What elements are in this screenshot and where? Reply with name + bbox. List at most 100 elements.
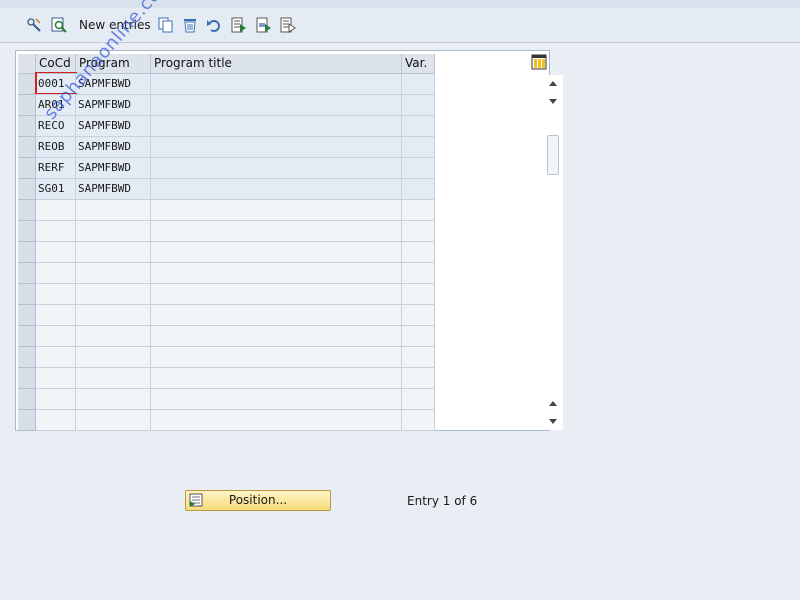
cell-var[interactable] — [402, 389, 435, 410]
cell-program[interactable] — [76, 305, 151, 326]
column-header-program[interactable]: Program — [76, 54, 151, 74]
scroll-page-down-icon[interactable] — [546, 397, 560, 411]
undo-icon[interactable] — [205, 16, 223, 34]
position-button[interactable]: Position... — [185, 490, 331, 511]
cell-var[interactable] — [402, 179, 435, 200]
cell-program[interactable] — [76, 221, 151, 242]
row-selector[interactable] — [18, 389, 36, 410]
vertical-scrollbar[interactable] — [544, 75, 563, 430]
cell-program-title[interactable] — [151, 95, 402, 116]
row-selector[interactable] — [18, 368, 36, 389]
select-all-corner[interactable] — [18, 54, 36, 74]
row-selector[interactable] — [18, 74, 36, 95]
cell-var[interactable] — [402, 137, 435, 158]
cell-program[interactable] — [76, 347, 151, 368]
cell-program-title[interactable] — [151, 368, 402, 389]
scroll-page-up-icon[interactable] — [546, 94, 560, 108]
cell-program-title[interactable] — [151, 137, 402, 158]
scroll-down-icon[interactable] — [546, 414, 560, 428]
cell-var[interactable] — [402, 284, 435, 305]
row-selector[interactable] — [18, 200, 36, 221]
column-header-program-title[interactable]: Program title — [151, 54, 402, 74]
cell-cocd[interactable] — [36, 347, 76, 368]
details-icon[interactable] — [50, 16, 68, 34]
cell-var[interactable] — [402, 116, 435, 137]
cell-var[interactable] — [402, 242, 435, 263]
cell-cocd[interactable] — [36, 389, 76, 410]
cell-var[interactable] — [402, 158, 435, 179]
select-all-icon[interactable] — [230, 16, 248, 34]
cell-program-title[interactable] — [151, 326, 402, 347]
cell-program[interactable] — [76, 263, 151, 284]
cell-program[interactable] — [76, 410, 151, 431]
scroll-up-icon[interactable] — [546, 77, 560, 91]
row-selector[interactable] — [18, 221, 36, 242]
cell-cocd[interactable] — [36, 305, 76, 326]
row-selector[interactable] — [18, 263, 36, 284]
cell-cocd[interactable] — [36, 242, 76, 263]
cell-cocd[interactable] — [36, 284, 76, 305]
cell-cocd[interactable]: AR01 — [36, 95, 76, 116]
cell-cocd[interactable]: RECO — [36, 116, 76, 137]
cell-program-title[interactable] — [151, 200, 402, 221]
cell-program[interactable] — [76, 389, 151, 410]
cell-cocd[interactable] — [36, 263, 76, 284]
row-selector[interactable] — [18, 326, 36, 347]
cell-cocd[interactable] — [36, 200, 76, 221]
cell-program[interactable]: SAPMFBWD — [76, 95, 151, 116]
cell-program[interactable]: SAPMFBWD — [76, 116, 151, 137]
cell-program-title[interactable] — [151, 74, 402, 95]
cell-program[interactable]: SAPMFBWD — [76, 137, 151, 158]
table-settings-icon[interactable] — [531, 54, 547, 70]
cell-program-title[interactable] — [151, 221, 402, 242]
cell-cocd[interactable]: RERF — [36, 158, 76, 179]
row-selector[interactable] — [18, 158, 36, 179]
cell-cocd[interactable]: 0001 — [36, 74, 76, 95]
row-selector[interactable] — [18, 116, 36, 137]
cell-var[interactable] — [402, 368, 435, 389]
cell-program-title[interactable] — [151, 284, 402, 305]
cell-program-title[interactable] — [151, 347, 402, 368]
copy-icon[interactable] — [157, 16, 175, 34]
cell-var[interactable] — [402, 95, 435, 116]
cell-cocd[interactable] — [36, 221, 76, 242]
cell-cocd[interactable] — [36, 326, 76, 347]
cell-program-title[interactable] — [151, 116, 402, 137]
cell-var[interactable] — [402, 410, 435, 431]
cell-program-title[interactable] — [151, 263, 402, 284]
cell-program[interactable]: SAPMFBWD — [76, 179, 151, 200]
cell-program-title[interactable] — [151, 179, 402, 200]
cell-program[interactable]: SAPMFBWD — [76, 158, 151, 179]
cell-var[interactable] — [402, 221, 435, 242]
row-selector[interactable] — [18, 305, 36, 326]
select-block-icon[interactable] — [255, 16, 273, 34]
cell-program-title[interactable] — [151, 410, 402, 431]
deselect-all-icon[interactable] — [279, 16, 297, 34]
cell-program[interactable] — [76, 368, 151, 389]
column-header-var[interactable]: Var. — [402, 54, 435, 74]
row-selector[interactable] — [18, 179, 36, 200]
cell-program-title[interactable] — [151, 305, 402, 326]
cell-program-title[interactable] — [151, 389, 402, 410]
scroll-thumb[interactable] — [547, 135, 559, 175]
cell-cocd[interactable] — [36, 368, 76, 389]
cell-var[interactable] — [402, 305, 435, 326]
cell-program[interactable] — [76, 284, 151, 305]
cell-program[interactable] — [76, 200, 151, 221]
row-selector[interactable] — [18, 347, 36, 368]
column-header-cocd[interactable]: CoCd — [36, 54, 76, 74]
row-selector[interactable] — [18, 284, 36, 305]
cell-var[interactable] — [402, 326, 435, 347]
cell-cocd[interactable] — [36, 410, 76, 431]
row-selector[interactable] — [18, 410, 36, 431]
row-selector[interactable] — [18, 95, 36, 116]
display-change-icon[interactable] — [25, 16, 43, 34]
cell-var[interactable] — [402, 74, 435, 95]
cell-program[interactable] — [76, 242, 151, 263]
cell-var[interactable] — [402, 200, 435, 221]
row-selector[interactable] — [18, 242, 36, 263]
cell-program[interactable] — [76, 326, 151, 347]
cell-cocd[interactable]: SG01 — [36, 179, 76, 200]
new-entries-button[interactable]: New entries — [79, 18, 151, 32]
cell-program-title[interactable] — [151, 158, 402, 179]
